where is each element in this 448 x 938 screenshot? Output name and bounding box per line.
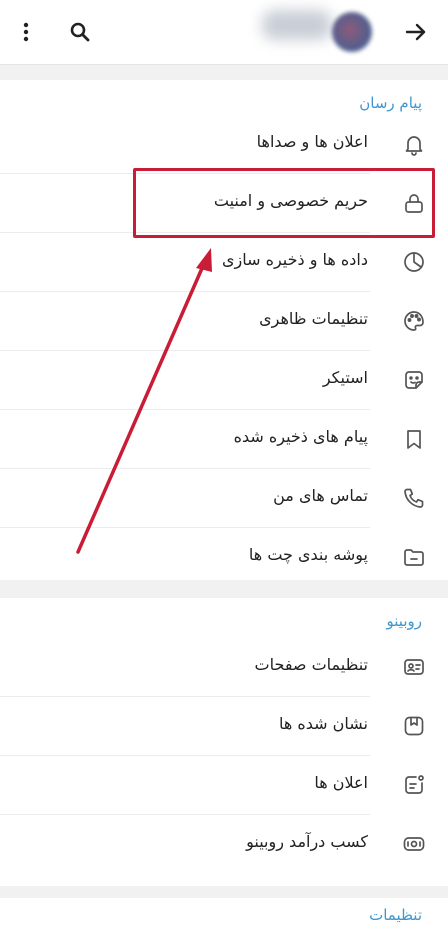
annotation-arrow xyxy=(76,248,212,554)
